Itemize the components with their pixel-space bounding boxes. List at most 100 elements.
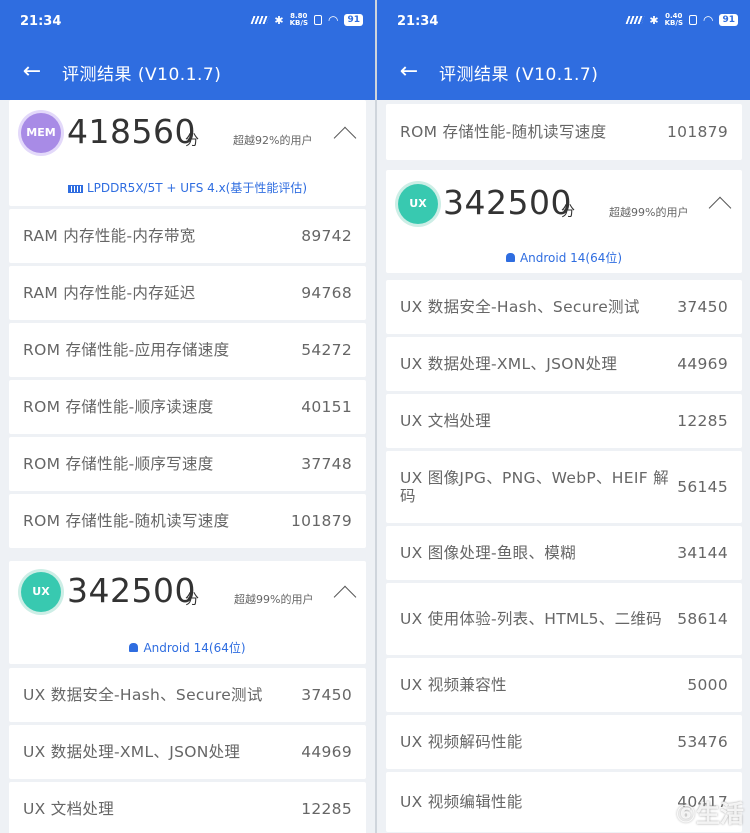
ux-score-card: UX 342500 分 超越99%的用户 Android 14(64位) [386, 170, 742, 273]
row-label: ROM 存储性能-顺序写速度 [23, 455, 214, 473]
collapse-chevron-icon[interactable] [333, 126, 357, 150]
results-list[interactable]: ROM 存储性能-随机读写速度 101879 UX 342500 分 超越99%的… [386, 100, 742, 833]
table-row: UX 使用体验-列表、HTML5、二维码 58614 [386, 583, 742, 655]
page-title: 评测结果 (V10.1.7) [439, 65, 599, 85]
mem-score: 418560 [67, 112, 196, 151]
android-icon [129, 643, 139, 652]
wifi-icon: ◠ [327, 13, 339, 27]
row-label: UX 视频兼容性 [400, 676, 507, 694]
left-screenshot: 21:34 ✱ 8.80 KB/S ◠ 91 ← 评测结果 (V10.1.7) … [0, 0, 375, 833]
status-time: 21:34 [20, 14, 62, 29]
signal-icon [250, 16, 270, 24]
results-list[interactable]: MEM 418560 分 超越92%的用户 LPDDR5X/5T + UFS 4… [9, 100, 366, 833]
collapse-chevron-icon[interactable] [708, 196, 732, 220]
table-row: UX 文档处理 12285 [9, 782, 366, 833]
ux-score: 342500 [443, 183, 572, 222]
app-bar: ← 评测结果 (V10.1.7) [0, 44, 375, 100]
ux-os-info: Android 14(64位) [386, 249, 742, 266]
row-value: 37450 [677, 298, 728, 316]
row-label: ROM 存储性能-顺序读速度 [23, 398, 214, 416]
row-value: 54272 [301, 341, 352, 359]
table-row: UX 视频解码性能 53476 [386, 715, 742, 769]
table-row: UX 图像处理-鱼眼、模糊 34144 [386, 526, 742, 580]
ux-score: 342500 [67, 571, 196, 610]
ux-badge-icon: UX [398, 184, 438, 224]
table-row: UX 数据安全-Hash、Secure测试 37450 [9, 668, 366, 722]
row-label: RAM 内存性能-内存带宽 [23, 227, 196, 245]
android-icon [505, 253, 515, 262]
row-value: 56145 [677, 478, 728, 496]
table-row: ROM 存储性能-随机读写速度 101879 [9, 494, 366, 548]
right-screenshot: 21:34 ✱ 0.40 KB/S ◠ 91 ← 评测结果 (V10.1.7) … [377, 0, 750, 833]
row-value: 53476 [677, 733, 728, 751]
ux-score-unit: 分 [561, 204, 575, 220]
row-label: RAM 内存性能-内存延迟 [23, 284, 196, 302]
row-label: UX 数据安全-Hash、Secure测试 [400, 298, 640, 316]
row-label: UX 图像JPG、PNG、WebP、HEIF 解码 [400, 469, 669, 505]
wifi-icon: ◠ [702, 13, 714, 27]
bluetooth-icon: ✱ [649, 13, 659, 27]
battery-icon: 91 [344, 14, 363, 26]
row-value: 89742 [301, 227, 352, 245]
row-label: UX 图像处理-鱼眼、模糊 [400, 544, 576, 562]
table-row: ROM 存储性能-顺序读速度 40151 [9, 380, 366, 434]
mem-score-card: MEM 418560 分 超越92%的用户 LPDDR5X/5T + UFS 4… [9, 100, 366, 206]
row-label: UX 文档处理 [400, 412, 491, 430]
row-value: 58614 [677, 610, 728, 628]
ux-info-text: Android 14(64位) [143, 641, 246, 655]
row-label: UX 视频解码性能 [400, 733, 523, 751]
ux-score-card: UX 342500 分 超越99%的用户 Android 14(64位) [9, 561, 366, 664]
row-value: 37450 [301, 686, 352, 704]
table-row: ROM 存储性能-应用存储速度 54272 [9, 323, 366, 377]
table-row: RAM 内存性能-内存带宽 89742 [9, 209, 366, 263]
ux-surpass: 超越99%的用户 [609, 206, 689, 219]
row-label: UX 视频编辑性能 [400, 793, 523, 811]
row-value: 37748 [301, 455, 352, 473]
row-label: ROM 存储性能-随机读写速度 [23, 512, 230, 530]
row-value: 94768 [301, 284, 352, 302]
back-arrow-icon[interactable]: ← [395, 57, 423, 87]
table-row: UX 文档处理 12285 [386, 394, 742, 448]
watermark-logo: ⑥生活 [675, 800, 744, 828]
signal-icon [625, 16, 645, 24]
nfc-icon [313, 15, 322, 25]
row-label: UX 数据处理-XML、JSON处理 [400, 355, 618, 373]
status-time: 21:34 [397, 14, 439, 29]
row-value: 101879 [291, 512, 352, 530]
row-label: UX 使用体验-列表、HTML5、二维码 [400, 610, 662, 628]
row-label: ROM 存储性能-应用存储速度 [23, 341, 230, 359]
battery-icon: 91 [719, 14, 738, 26]
status-icons: ✱ 8.80 KB/S ◠ 91 [250, 12, 363, 27]
back-arrow-icon[interactable]: ← [18, 57, 46, 87]
mem-score-unit: 分 [185, 133, 199, 149]
mem-surpass: 超越92%的用户 [233, 134, 313, 147]
row-label: UX 数据处理-XML、JSON处理 [23, 743, 241, 761]
row-label: UX 数据安全-Hash、Secure测试 [23, 686, 263, 704]
table-row: UX 图像JPG、PNG、WebP、HEIF 解码 56145 [386, 451, 742, 523]
net-speed: 8.80 KB/S [289, 12, 308, 27]
row-value: 40151 [301, 398, 352, 416]
page-title: 评测结果 (V10.1.7) [62, 65, 222, 85]
row-value: 44969 [301, 743, 352, 761]
row-label: UX 文档处理 [23, 800, 114, 818]
row-value: 12285 [677, 412, 728, 430]
row-value: 5000 [687, 676, 728, 694]
status-bar: 21:34 ✱ 8.80 KB/S ◠ 91 [0, 0, 375, 44]
ux-score-unit: 分 [185, 592, 199, 608]
ux-info-text: Android 14(64位) [519, 251, 623, 265]
row-value: 101879 [667, 123, 728, 141]
table-row: ROM 存储性能-顺序写速度 37748 [9, 437, 366, 491]
net-speed: 0.40 KB/S [664, 12, 683, 27]
table-row: UX 数据安全-Hash、Secure测试 37450 [386, 280, 742, 334]
row-value: 34144 [677, 544, 728, 562]
nfc-icon [688, 15, 697, 25]
ux-surpass: 超越99%的用户 [234, 593, 314, 606]
mem-info-text: LPDDR5X/5T + UFS 4.x(基于性能评估) [86, 181, 308, 195]
ux-os-info: Android 14(64位) [9, 639, 366, 656]
mem-badge-icon: MEM [21, 113, 61, 153]
collapse-chevron-icon[interactable] [333, 585, 357, 609]
row-value: 12285 [301, 800, 352, 818]
row-value: 44969 [677, 355, 728, 373]
status-icons: ✱ 0.40 KB/S ◠ 91 [625, 12, 738, 27]
table-row: RAM 内存性能-内存延迟 94768 [9, 266, 366, 320]
